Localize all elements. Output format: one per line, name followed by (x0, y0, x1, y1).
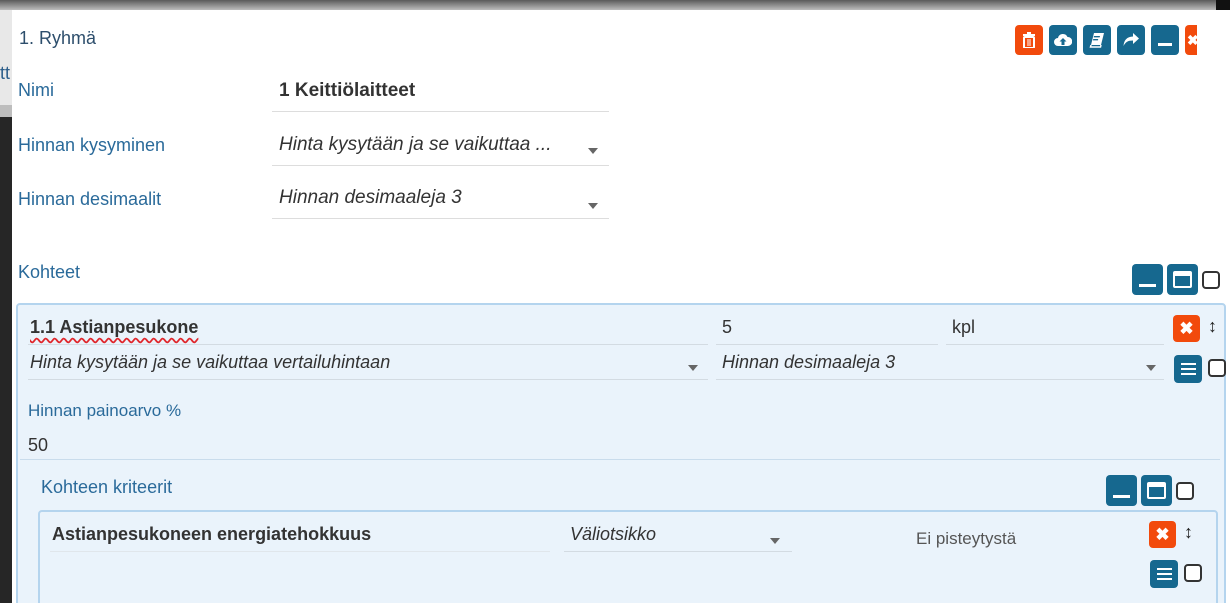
name-value: 1 Keittiölaitteet (279, 80, 416, 101)
group-toolbar: ✖ (1015, 25, 1197, 55)
minimize-icon (1139, 284, 1156, 287)
criteria-expand-button[interactable] (1141, 475, 1172, 506)
group-title: 1. Ryhmä (19, 28, 97, 48)
remove-criterion-button[interactable]: ✖ (1149, 521, 1176, 548)
window-left-edge-light (0, 10, 12, 105)
criteria-controls (1106, 475, 1194, 506)
targets-controls (1132, 264, 1220, 295)
close-button[interactable]: ✖ (1185, 25, 1197, 55)
name-label: Nimi (18, 80, 54, 100)
target-price-decimals-value: Hinnan desimaaleja 3 (722, 352, 896, 372)
book-button[interactable] (1083, 25, 1111, 55)
price-decimals-select[interactable]: Hinnan desimaaleja 3 (272, 179, 609, 219)
menu-icon-line (1157, 573, 1172, 575)
name-field[interactable]: 1 Keittiölaitteet (272, 72, 609, 112)
criterion-name-field[interactable]: Astianpesukoneen energiatehokkuus (50, 518, 550, 552)
close-icon: ✖ (1187, 31, 1197, 48)
chevron-down-icon (588, 203, 598, 209)
trash-icon (1023, 32, 1035, 48)
drag-handle-icon[interactable]: ↕ (1208, 316, 1217, 337)
criterion-scoring-text: Ei pisteytystä (916, 529, 1017, 548)
targets-title: Kohteet (18, 262, 81, 282)
menu-icon (1181, 363, 1196, 365)
menu-icon-line (1181, 373, 1196, 375)
price-query-select[interactable]: Hinta kysytään ja se vaikuttaa ... (272, 126, 609, 166)
criteria-collapse-button[interactable] (1106, 475, 1137, 506)
window-top-edge (0, 0, 1230, 10)
quantity-field[interactable]: 5 (716, 311, 938, 345)
criterion-menu-button[interactable] (1150, 560, 1178, 588)
maximize-icon (1147, 482, 1166, 499)
divider (20, 459, 1220, 460)
close-icon: ✖ (1179, 318, 1194, 338)
window-left-edge-mid (0, 105, 12, 117)
criteria-select-all-checkbox[interactable] (1176, 481, 1194, 500)
chevron-down-icon (770, 538, 780, 544)
book-icon (1089, 33, 1104, 48)
close-icon: ✖ (1155, 524, 1170, 544)
remove-target-button[interactable]: ✖ (1173, 315, 1200, 342)
criterion-type-select[interactable]: Väliotsikko (564, 518, 792, 552)
price-decimals-value: Hinnan desimaaleja 3 (279, 187, 462, 208)
criterion-item-panel: Astianpesukoneen energiatehokkuus Väliot… (38, 510, 1218, 603)
price-decimals-label: Hinnan desimaalit (18, 189, 162, 209)
minimize-icon (1158, 43, 1172, 46)
criterion-select-checkbox[interactable] (1184, 564, 1202, 582)
share-button[interactable] (1117, 25, 1145, 55)
target-price-query-select[interactable]: Hinta kysytään ja se vaikuttaa vertailuh… (28, 346, 708, 380)
expand-button[interactable] (1167, 264, 1198, 295)
chevron-down-icon (1146, 365, 1156, 371)
delete-button[interactable] (1015, 25, 1043, 55)
price-query-label: Hinnan kysyminen (18, 135, 166, 155)
price-weight-label: Hinnan painoarvo % (28, 401, 182, 420)
target-select-checkbox[interactable] (1208, 359, 1226, 377)
unit-field[interactable]: kpl (946, 311, 1164, 345)
group-panel: 1. Ryhmä ✖ Nimi 1 Keittiölaitteet Hinnan… (12, 10, 1230, 603)
clipped-background-text: tt (0, 63, 11, 83)
share-arrow-icon (1123, 33, 1139, 46)
target-price-query-value: Hinta kysytään ja se vaikuttaa vertailuh… (30, 352, 391, 372)
cloud-upload-icon (1054, 33, 1072, 46)
minimize-button[interactable] (1151, 25, 1179, 55)
price-query-value: Hinta kysytään ja se vaikuttaa ... (279, 134, 552, 155)
select-all-checkbox[interactable] (1202, 270, 1220, 289)
target-name-value: 1.1 Astianpesukone (30, 317, 199, 337)
menu-icon-line (1181, 368, 1196, 370)
chevron-down-icon (688, 365, 698, 371)
target-name-field[interactable]: 1.1 Astianpesukone (28, 311, 708, 345)
target-price-decimals-select[interactable]: Hinnan desimaaleja 3 (716, 346, 1164, 380)
target-menu-button[interactable] (1174, 355, 1202, 383)
maximize-icon (1173, 271, 1192, 288)
unit-value: kpl (952, 317, 976, 337)
price-weight-value[interactable]: 50 (28, 435, 48, 456)
criterion-name-value: Astianpesukoneen energiatehokkuus (52, 524, 372, 544)
drag-handle-icon[interactable]: ↕ (1184, 522, 1193, 543)
criterion-type-value: Väliotsikko (570, 524, 657, 544)
collapse-button[interactable] (1132, 264, 1163, 295)
quantity-value: 5 (722, 317, 733, 337)
menu-icon (1157, 568, 1172, 570)
menu-icon-line (1157, 578, 1172, 580)
upload-button[interactable] (1049, 25, 1077, 55)
minimize-icon (1113, 495, 1130, 498)
criteria-title: Kohteen kriteerit (41, 477, 173, 497)
chevron-down-icon (588, 148, 598, 154)
